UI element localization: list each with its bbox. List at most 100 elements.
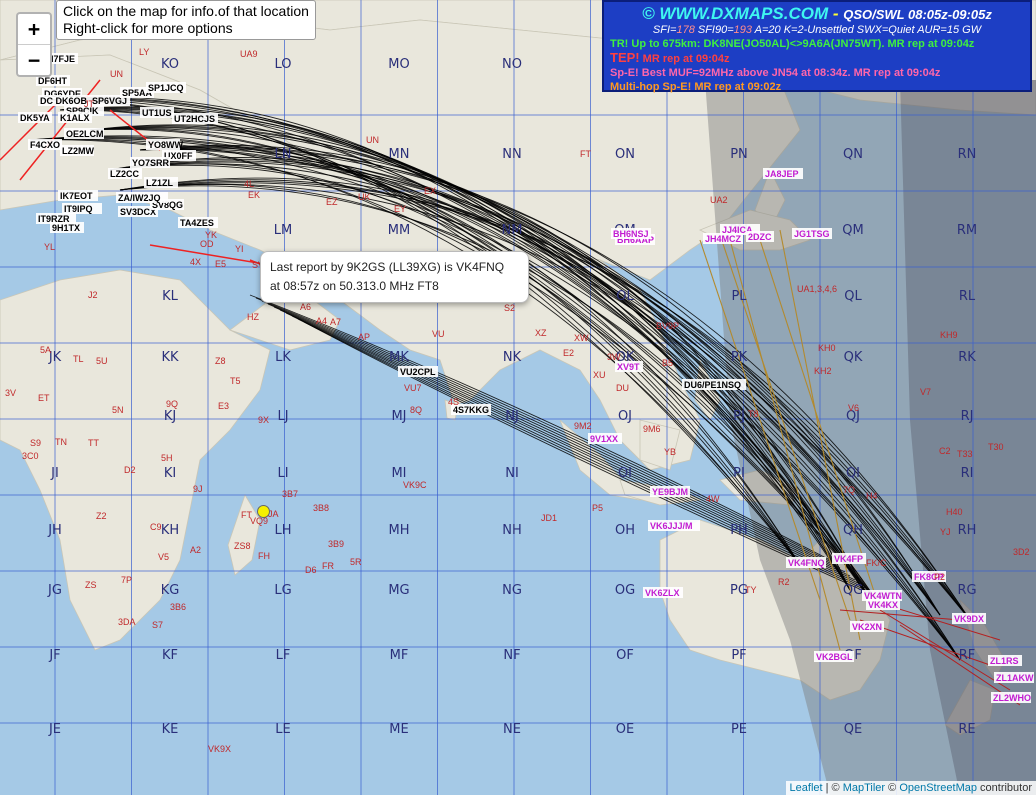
dxcc-prefix: VK9X [208, 744, 231, 754]
grid-square-label: JI [50, 466, 59, 481]
station-callsign: VK4KX [868, 600, 898, 610]
dxcc-prefix: 5A [40, 345, 51, 355]
attrib-copy: © [885, 782, 900, 794]
station-callsign: YO8WW [148, 140, 184, 150]
grid-square-label: MH [389, 523, 410, 538]
station-callsign: IT9IPQ [64, 204, 93, 214]
grid-square-label: KL [162, 289, 179, 304]
dxcc-prefix: T8 [748, 409, 759, 419]
grid-square-label: RF [959, 648, 976, 663]
grid-square-label: PE [731, 722, 747, 737]
sfi90-value: 193 [733, 24, 753, 36]
grid-square-label: OH [615, 523, 635, 538]
grid-square-label: ON [615, 147, 635, 162]
station-callsign: K1ALX [60, 113, 90, 123]
grid-square-label: OL [616, 289, 634, 304]
grid-square-label: RG [957, 583, 976, 598]
dxcc-prefix: YB [664, 447, 676, 457]
dxcc-prefix: S7 [152, 620, 163, 630]
dxcc-prefix: UN [110, 69, 123, 79]
dxcc-prefix: 5U [96, 356, 108, 366]
dxcc-prefix: UN [366, 135, 379, 145]
solar-indices: SFI=178 SFI90=193 A=20 K=2-Unsettled SWX… [610, 24, 1024, 37]
grid-square-label: RN [958, 147, 977, 162]
grid-square-label: MO [388, 57, 409, 72]
station-callsign: JA8JEP [765, 169, 799, 179]
grid-square-label: PF [731, 648, 746, 663]
dxcc-prefix: OD [200, 239, 214, 249]
popup-line-1: Last report by 9K2GS (LL39XG) is VK4FNQ [270, 260, 505, 274]
dxcc-prefix: FR [322, 561, 334, 571]
dxcc-prefix: KH2 [814, 366, 832, 376]
dxcc-prefix: J2 [88, 290, 98, 300]
tropo-report[interactable]: TR! Up to 675km: DK8NE(JO50AL)<>9A6A(JN7… [610, 37, 1024, 51]
map-tiles[interactable]: KOLOMONOLNMNNNONPNQNRNLMMMNMOMPMQMRMKLLL… [0, 0, 1036, 795]
grid-square-label: KO [161, 57, 179, 72]
site-link[interactable]: © WWW.DXMAPS.COM [642, 4, 828, 23]
dx-map[interactable]: KOLOMONOLNMNNNONPNQNRNLMMMNMOMPMQMRMKLLL… [0, 0, 1036, 795]
station-callsign: SP1JCQ [148, 83, 184, 93]
dxcc-prefix: UK [358, 192, 371, 202]
maptiler-link[interactable]: MapTiler [843, 782, 885, 794]
dxcc-prefix: 5N [112, 405, 124, 415]
station-callsign: UT2HCJS [174, 114, 215, 124]
dxcc-prefix: EK [248, 190, 260, 200]
dxcc-prefix: P5 [592, 503, 603, 513]
grid-square-label: RK [958, 350, 976, 365]
report-popup[interactable]: Last report by 9K2GS (LL39XG) is VK4FNQ … [260, 251, 529, 303]
dxcc-prefix: 7Q [843, 485, 855, 495]
dxcc-prefix: TL [73, 354, 84, 364]
station-callsign: ZL1RS [990, 656, 1019, 666]
grid-square-label: MF [390, 648, 409, 663]
grid-square-label: JE [48, 722, 61, 737]
osm-link[interactable]: OpenStreetMap [899, 782, 977, 794]
station-callsign: 9H1TX [52, 223, 80, 233]
dxcc-prefix: S2 [504, 303, 515, 313]
dxcc-prefix: 3B6 [170, 602, 186, 612]
grid-square-label: OE [616, 722, 634, 737]
dxcc-prefix: TN [55, 437, 67, 447]
station-callsign: OE2LCM [66, 129, 104, 139]
dxcc-prefix: JD1 [541, 513, 557, 523]
dxcc-prefix: 8Q [410, 405, 422, 415]
grid-square-label: MM [388, 223, 410, 238]
spe-report[interactable]: Sp-E! Best MUF=92MHz above JN54 at 08:34… [610, 66, 1024, 80]
dxcc-prefix: XW [574, 333, 589, 343]
dxcc-prefix: TY [745, 585, 757, 595]
dxcc-prefix: V7 [920, 387, 931, 397]
dxcc-prefix: DU [616, 383, 629, 393]
grid-square-label: QM [842, 223, 863, 238]
grid-square-label: PH [730, 523, 748, 538]
grid-square-label: RL [959, 289, 976, 304]
location-marker[interactable] [257, 505, 270, 518]
grid-square-label: KJ [164, 409, 176, 424]
dxcc-prefix: 3B9 [328, 539, 344, 549]
grid-square-label: NK [503, 350, 522, 365]
grid-square-label: JG [47, 583, 62, 598]
grid-square-label: LM [274, 223, 292, 238]
dxcc-prefix: FH [258, 551, 270, 561]
grid-square-label: QG [843, 583, 863, 598]
dxcc-prefix: C2 [939, 446, 951, 456]
dxcc-prefix: HZ [247, 312, 259, 322]
grid-square-label: KI [164, 466, 176, 481]
grid-square-label: PJ [733, 409, 745, 424]
dxcc-prefix: EZ [326, 197, 338, 207]
station-callsign: VK9DX [954, 614, 984, 624]
grid-square-label: NG [502, 583, 522, 598]
tep-report[interactable]: TEP! MR rep at 09:04z [610, 51, 1024, 66]
sfi-label: SFI= [652, 24, 677, 36]
dxcc-prefix: A4 [316, 316, 327, 326]
title-dash: - [828, 4, 844, 23]
zoom-in-button[interactable]: + [18, 14, 50, 44]
dxcc-prefix: YJ [940, 527, 951, 537]
multihop-report[interactable]: Multi-hop Sp-E! MR rep at 09:02z [610, 80, 1024, 94]
dxcc-prefix: EY [394, 204, 406, 214]
dxcc-prefix: Z2 [96, 511, 107, 521]
dxcc-prefix: 3DA [118, 617, 136, 627]
status-panel: © WWW.DXMAPS.COM - QSO/SWL 08:05z-09:05z… [602, 0, 1032, 94]
leaflet-link[interactable]: Leaflet [790, 782, 823, 794]
dxcc-prefix: V6 [848, 403, 859, 413]
dxcc-prefix: 9M6 [643, 424, 661, 434]
zoom-out-button[interactable]: − [18, 44, 50, 75]
